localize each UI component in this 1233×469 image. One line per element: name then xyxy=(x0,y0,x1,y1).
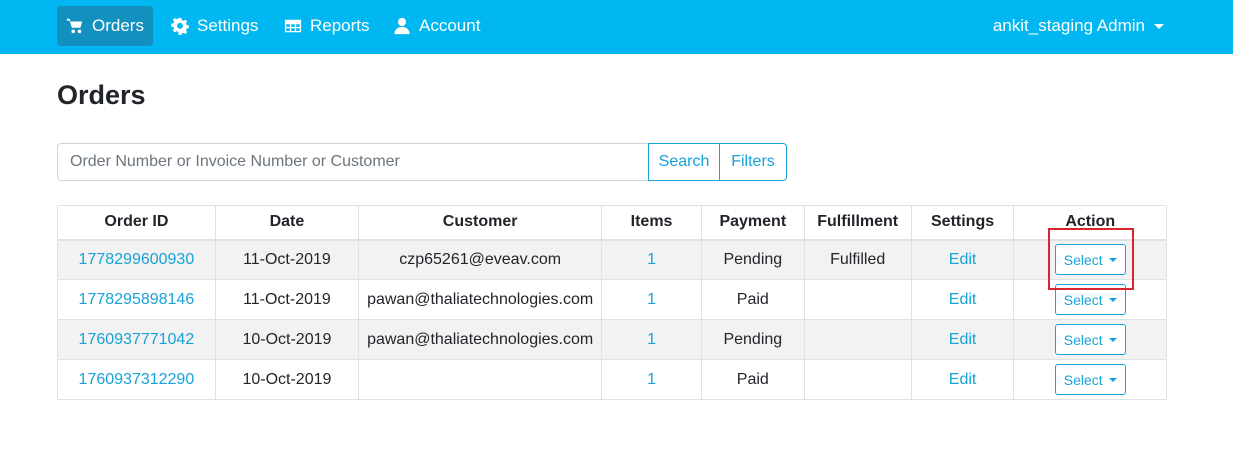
caret-down-icon xyxy=(1108,257,1117,262)
payment-status: Pending xyxy=(700,319,805,360)
top-navbar: Orders Settings Reports Account ankit_st… xyxy=(0,0,1233,54)
table-header-row: Order ID Date Customer Items Payment Ful… xyxy=(57,205,1167,241)
column-header-items: Items xyxy=(601,205,702,241)
order-id-link[interactable]: 1778295898146 xyxy=(57,279,216,320)
caret-down-icon xyxy=(1108,377,1117,382)
action-cell: Select xyxy=(1013,239,1167,280)
order-customer xyxy=(358,359,603,400)
select-label: Select xyxy=(1063,291,1103,308)
table-row: 1778295898146 11-Oct-2019 pawan@thaliate… xyxy=(57,279,1167,320)
search-button[interactable]: Search xyxy=(648,143,720,181)
order-customer: czp65261@eveav.com xyxy=(358,239,603,280)
column-header-action: Action xyxy=(1013,205,1167,241)
order-id-link[interactable]: 1760937312290 xyxy=(57,359,216,400)
table-icon xyxy=(284,19,302,33)
edit-link[interactable]: Edit xyxy=(910,359,1015,400)
payment-status: Paid xyxy=(700,279,805,320)
column-header-order-id: Order ID xyxy=(57,205,216,241)
column-header-payment: Payment xyxy=(700,205,805,241)
payment-status: Paid xyxy=(700,359,805,400)
user-icon xyxy=(394,17,410,35)
edit-link[interactable]: Edit xyxy=(910,279,1015,320)
nav-settings[interactable]: Settings xyxy=(162,6,267,46)
page-title: Orders xyxy=(57,80,146,110)
edit-link[interactable]: Edit xyxy=(910,319,1015,360)
caret-down-icon xyxy=(1108,297,1117,302)
order-customer: pawan@thaliatechnologies.com xyxy=(358,319,603,360)
action-cell: Select xyxy=(1013,359,1167,400)
order-customer: pawan@thaliatechnologies.com xyxy=(358,279,603,320)
caret-down-icon xyxy=(1108,337,1117,342)
table-row: 1760937771042 10-Oct-2019 pawan@thaliate… xyxy=(57,319,1167,360)
items-count-link[interactable]: 1 xyxy=(601,239,702,280)
table-row: 1760937312290 10-Oct-2019 1 Paid Edit Se… xyxy=(57,359,1167,400)
select-label: Select xyxy=(1063,251,1103,268)
column-header-fulfillment: Fulfillment xyxy=(803,205,912,241)
items-count-link[interactable]: 1 xyxy=(601,359,702,400)
nav-settings-label: Settings xyxy=(197,16,259,35)
order-id-link[interactable]: 1778299600930 xyxy=(57,239,216,280)
fulfillment-status xyxy=(803,279,912,320)
search-input[interactable] xyxy=(57,143,648,181)
order-date: 11-Oct-2019 xyxy=(214,279,360,320)
select-action-dropdown[interactable]: Select xyxy=(1054,284,1126,315)
action-cell: Select xyxy=(1013,279,1167,320)
order-date: 10-Oct-2019 xyxy=(214,319,360,360)
nav-reports[interactable]: Reports xyxy=(275,6,379,46)
caret-down-icon xyxy=(1154,23,1164,29)
edit-link[interactable]: Edit xyxy=(910,239,1015,280)
column-header-settings: Settings xyxy=(910,205,1015,241)
select-action-dropdown[interactable]: Select xyxy=(1054,364,1126,395)
nav-orders[interactable]: Orders xyxy=(57,6,153,46)
select-action-dropdown[interactable]: Select xyxy=(1054,324,1126,355)
items-count-link[interactable]: 1 xyxy=(601,279,702,320)
fulfillment-status xyxy=(803,319,912,360)
select-action-dropdown[interactable]: Select xyxy=(1054,244,1126,276)
nav-account-label: Account xyxy=(419,16,481,35)
select-label: Select xyxy=(1063,371,1103,388)
fulfillment-status xyxy=(803,359,912,400)
payment-status: Pending xyxy=(700,239,805,280)
user-name: ankit_staging Admin xyxy=(992,16,1145,35)
nav-reports-label: Reports xyxy=(310,16,370,35)
action-cell: Select xyxy=(1013,319,1167,360)
search-bar: Search Filters xyxy=(57,143,787,181)
items-count-link[interactable]: 1 xyxy=(601,319,702,360)
fulfillment-status: Fulfilled xyxy=(803,239,912,280)
table-row: 1778299600930 11-Oct-2019 czp65261@eveav… xyxy=(57,239,1167,280)
column-header-customer: Customer xyxy=(358,205,603,241)
orders-table: Order ID Date Customer Items Payment Ful… xyxy=(57,205,1167,400)
order-id-link[interactable]: 1760937771042 xyxy=(57,319,216,360)
cart-icon xyxy=(66,18,83,34)
user-menu-dropdown[interactable]: ankit_staging Admin xyxy=(984,6,1173,46)
nav-orders-label: Orders xyxy=(92,16,144,35)
nav-account[interactable]: Account xyxy=(384,6,489,46)
order-date: 11-Oct-2019 xyxy=(214,239,360,280)
column-header-date: Date xyxy=(214,205,360,241)
select-label: Select xyxy=(1063,331,1103,348)
filters-button[interactable]: Filters xyxy=(720,143,787,181)
gear-icon xyxy=(171,17,189,35)
order-date: 10-Oct-2019 xyxy=(214,359,360,400)
